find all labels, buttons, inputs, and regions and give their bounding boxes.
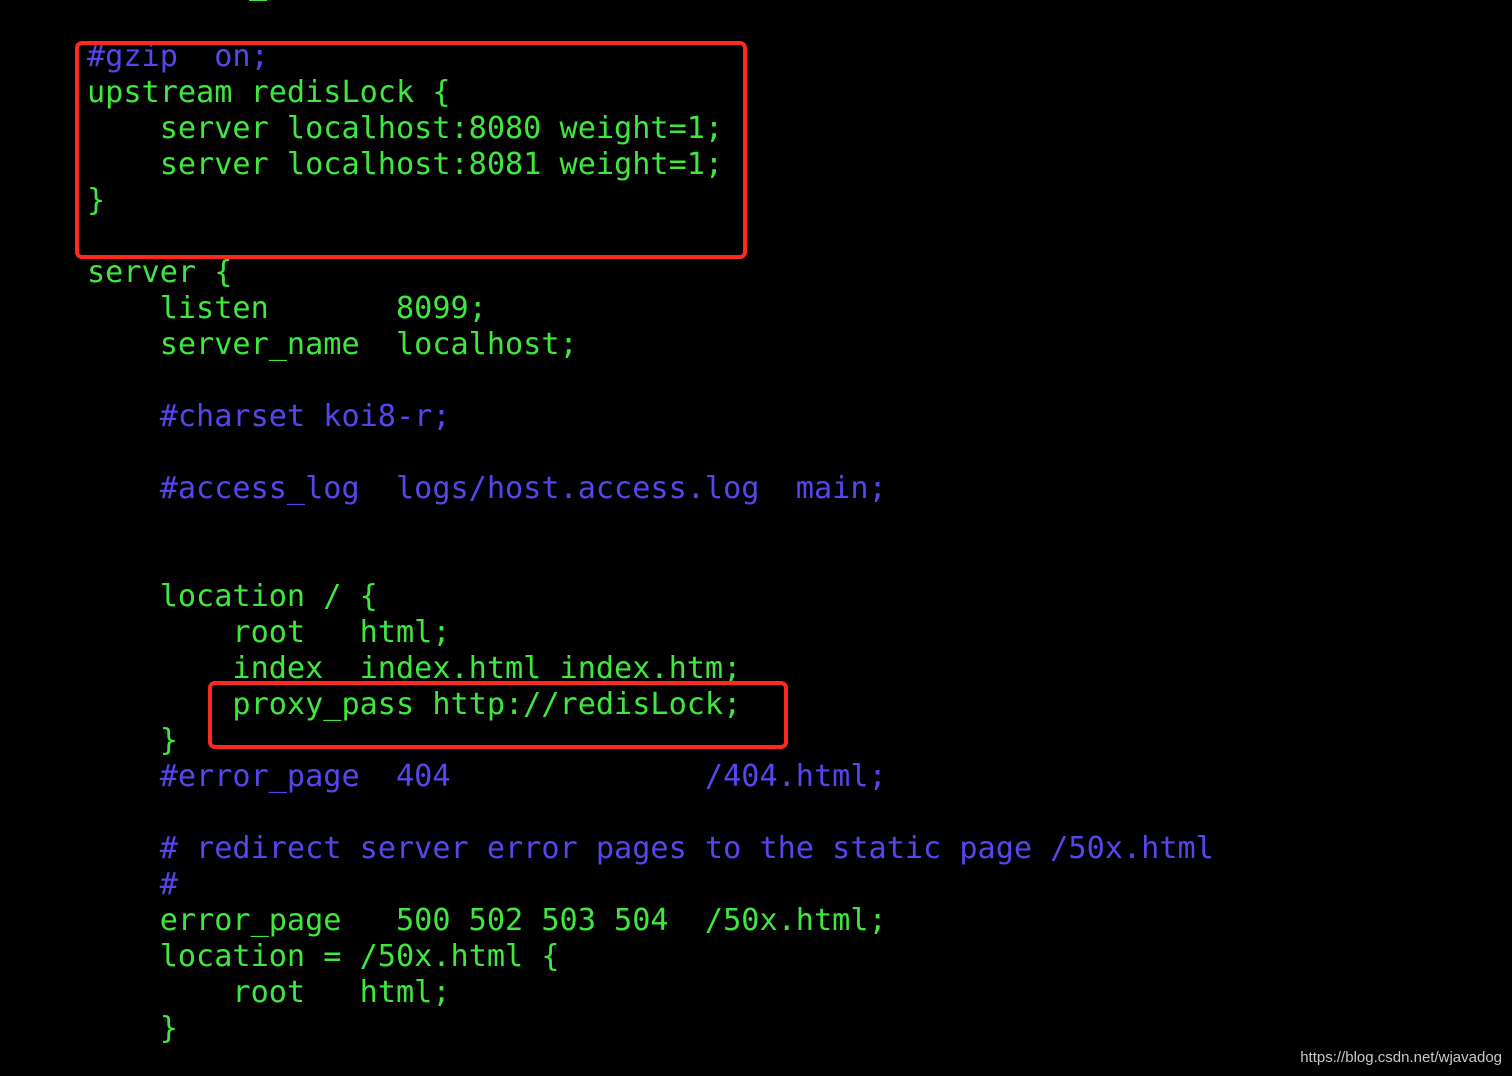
code-line: } <box>87 723 178 758</box>
code-line: server { <box>87 255 233 290</box>
previous-line-fragment <box>249 0 267 1</box>
highlight-box-proxy-pass <box>208 681 788 749</box>
code-line: } <box>87 1011 178 1046</box>
comment-line: # <box>87 867 178 902</box>
comment-line: #charset koi8-r; <box>87 399 451 434</box>
code-line: server_name localhost; <box>87 327 578 362</box>
code-line: location / { <box>87 579 378 614</box>
code-line: location = /50x.html { <box>87 939 560 974</box>
highlight-box-upstream <box>75 41 747 259</box>
code-line: root html; <box>87 975 451 1010</box>
code-line: listen 8099; <box>87 291 487 326</box>
comment-line: # redirect server error pages to the sta… <box>87 831 1214 866</box>
watermark: https://blog.csdn.net/wjavadog <box>1300 1049 1502 1066</box>
comment-line: #error_page 404 /404.html; <box>87 759 887 794</box>
comment-line: #access_log logs/host.access.log main; <box>87 471 887 506</box>
code-line: root html; <box>87 615 451 650</box>
code-line: error_page 500 502 503 504 /50x.html; <box>87 903 887 938</box>
